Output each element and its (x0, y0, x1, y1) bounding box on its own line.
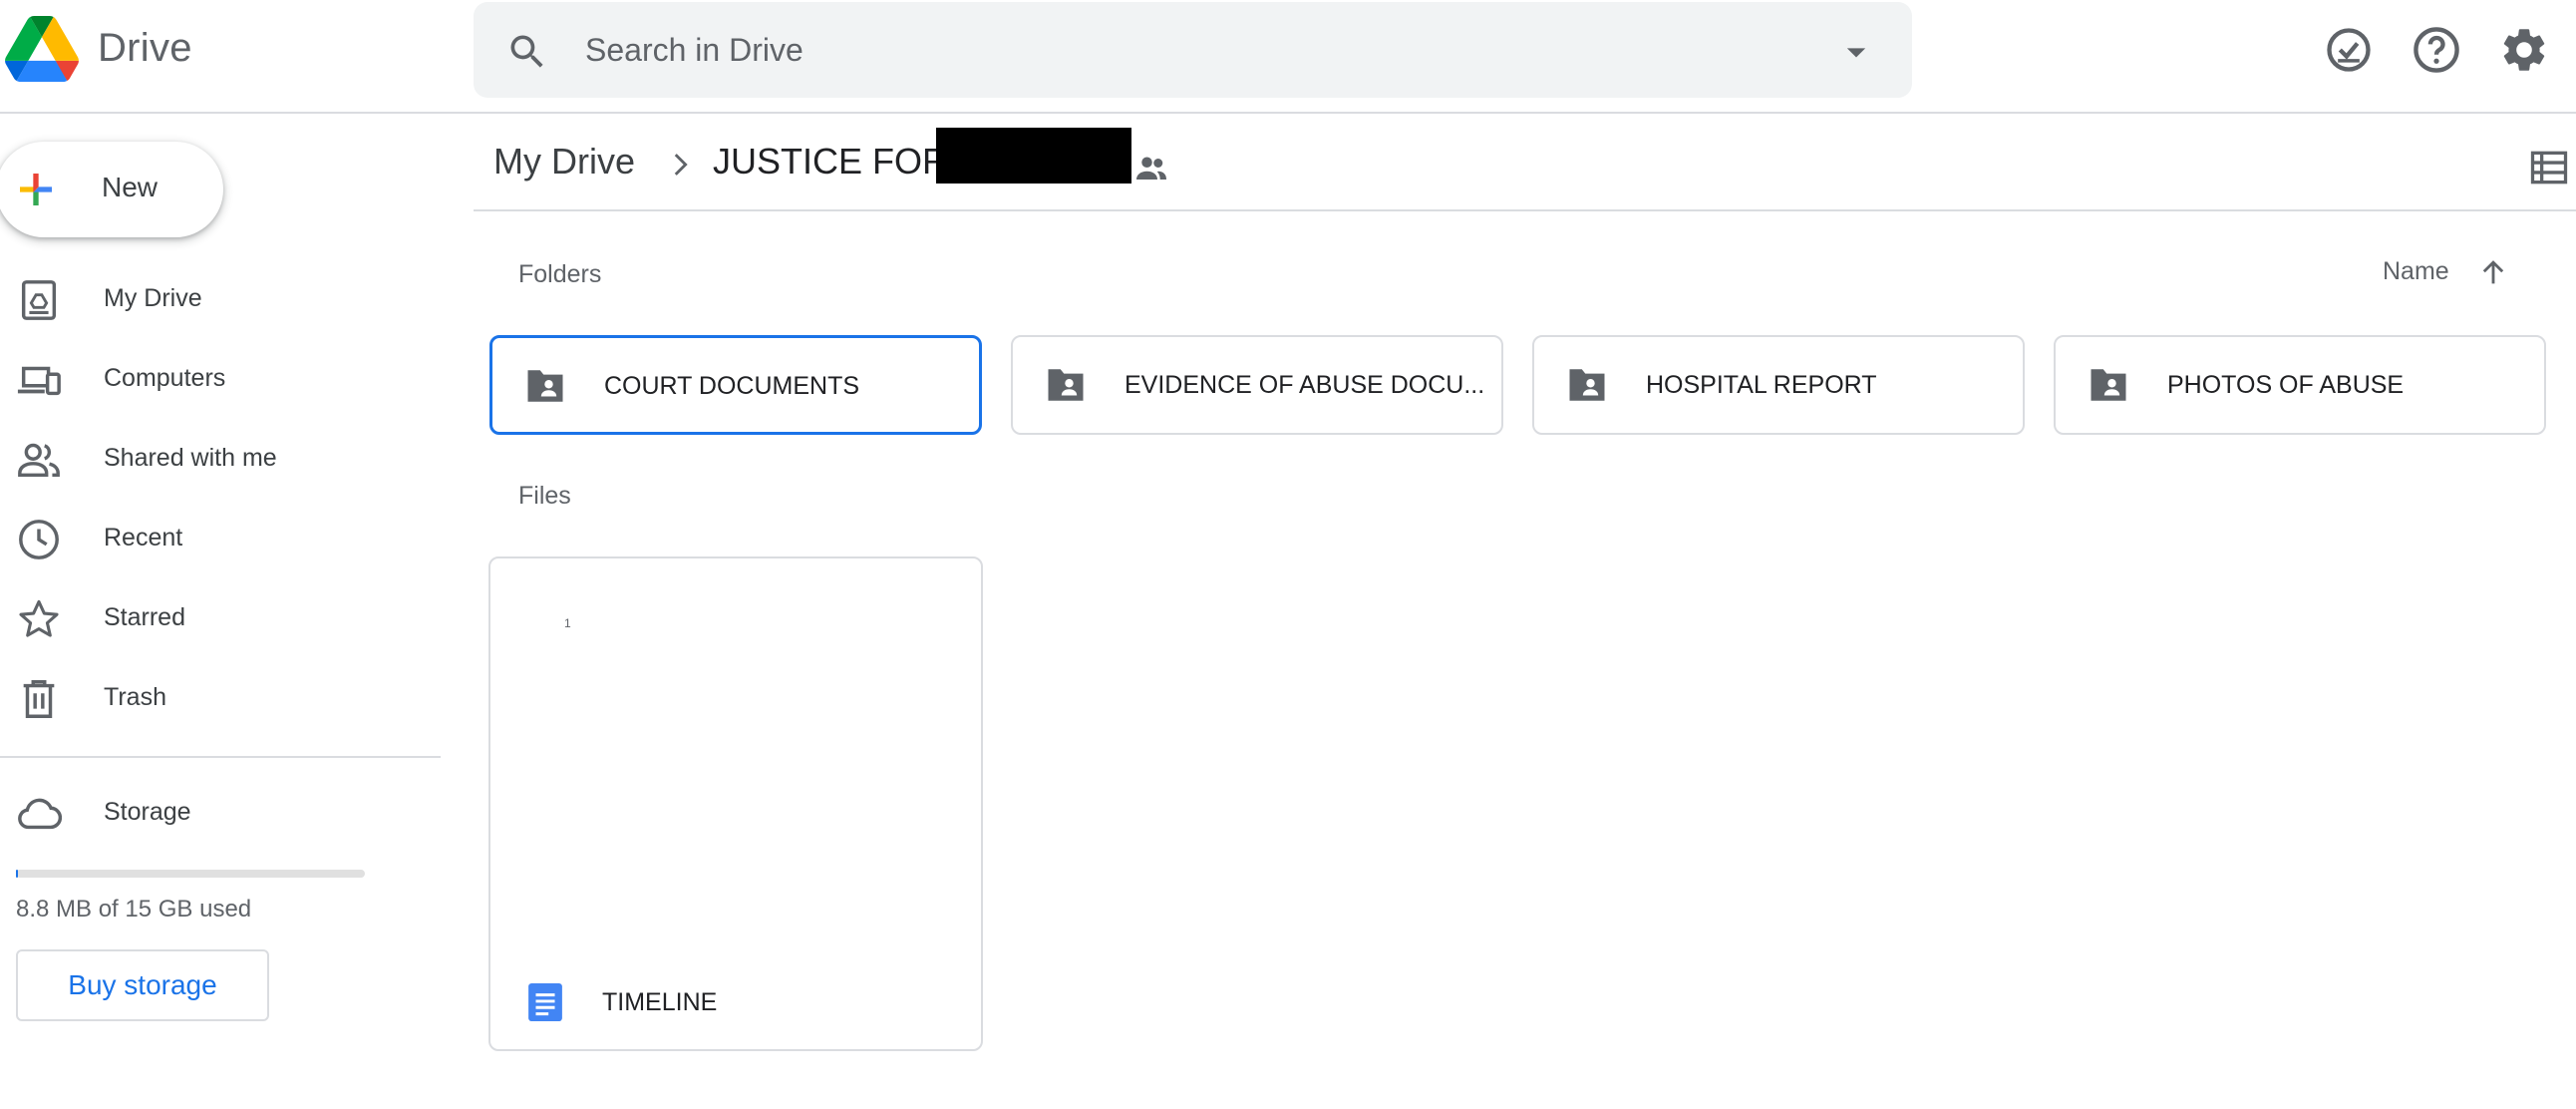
folder-name: COURT DOCUMENTS (604, 372, 860, 400)
redaction-box (936, 128, 1131, 184)
trash-icon (23, 680, 55, 718)
file-thumbnail: 1 (490, 558, 981, 937)
breadcrumb-my-drive[interactable]: My Drive (493, 141, 635, 183)
plus-icon (20, 174, 52, 205)
thumbnail-text: 1 (564, 616, 571, 630)
google-docs-icon (528, 983, 562, 1021)
folder-card[interactable]: PHOTOS OF ABUSE (2054, 335, 2546, 435)
shared-with-me-icon (18, 443, 60, 478)
new-button[interactable]: New (0, 142, 223, 237)
folder-name: PHOTOS OF ABUSE (2167, 371, 2405, 399)
file-card[interactable]: 1 TIMELINE (488, 556, 983, 1051)
breadcrumb-current-folder[interactable]: JUSTICE FOR (713, 141, 948, 183)
sidebar-item-starred[interactable]: Starred (0, 578, 439, 658)
top-app-bar: Drive (0, 0, 2576, 114)
sidebar-item-storage[interactable]: Storage (0, 773, 439, 853)
storage-progress-bar (16, 870, 365, 878)
breadcrumb: My Drive JUSTICE FOR (474, 116, 2576, 211)
offline-ready-icon[interactable] (2323, 24, 2375, 76)
sidebar-item-label: Recent (104, 524, 183, 552)
shared-folder-icon (1048, 369, 1084, 401)
star-icon (19, 599, 59, 637)
shared-folder-icon (1136, 157, 1166, 180)
shared-folder-icon (2091, 369, 2126, 401)
sidebar-item-label: Storage (104, 798, 191, 826)
computers-icon (17, 366, 61, 396)
sidebar-item-label: Shared with me (104, 444, 277, 472)
storage-progress-fill (16, 870, 18, 878)
shared-folder-icon (527, 370, 563, 402)
shared-folder-icon (1569, 369, 1605, 401)
search-options-icon[interactable] (1834, 30, 1878, 74)
sidebar-item-label: Computers (104, 364, 226, 392)
search-icon[interactable] (505, 30, 549, 74)
arrow-up-icon[interactable] (2476, 255, 2510, 289)
drive-logo-icon[interactable] (4, 16, 80, 82)
sidebar-item-label: Starred (104, 603, 185, 631)
new-button-label: New (102, 172, 159, 202)
file-name: TIMELINE (602, 988, 718, 1016)
sidebar-item-recent[interactable]: Recent (0, 499, 439, 578)
sidebar-item-label: My Drive (104, 284, 202, 312)
my-drive-icon (21, 280, 57, 320)
folder-card[interactable]: COURT DOCUMENTS (489, 335, 982, 435)
sidebar-item-label: Trash (104, 683, 166, 711)
storage-usage-text: 8.8 MB of 15 GB used (16, 896, 252, 923)
sort-by-name-button[interactable]: Name (2383, 257, 2449, 286)
search-bar[interactable] (474, 2, 1912, 98)
app-name[interactable]: Drive (98, 26, 192, 71)
list-view-icon[interactable] (2527, 146, 2571, 189)
clock-icon (19, 520, 59, 559)
buy-storage-button[interactable]: Buy storage (16, 949, 269, 1021)
help-icon[interactable] (2411, 24, 2462, 76)
folder-card[interactable]: HOSPITAL REPORT (1532, 335, 2025, 435)
sidebar-item-shared-with-me[interactable]: Shared with me (0, 419, 439, 499)
folders-section-label: Folders (518, 260, 602, 288)
settings-icon[interactable] (2498, 24, 2550, 76)
search-input[interactable] (585, 26, 1781, 74)
files-section-label: Files (518, 482, 571, 510)
chevron-right-icon (674, 154, 688, 176)
folder-name: EVIDENCE OF ABUSE DOCU... (1125, 371, 1485, 399)
sidebar-item-trash[interactable]: Trash (0, 658, 439, 738)
sidebar-divider (0, 756, 441, 758)
cloud-icon (18, 798, 62, 830)
sidebar-item-my-drive[interactable]: My Drive (0, 259, 439, 339)
folder-name: HOSPITAL REPORT (1646, 371, 1877, 399)
folder-card[interactable]: EVIDENCE OF ABUSE DOCU... (1011, 335, 1503, 435)
sidebar-item-computers[interactable]: Computers (0, 339, 439, 419)
